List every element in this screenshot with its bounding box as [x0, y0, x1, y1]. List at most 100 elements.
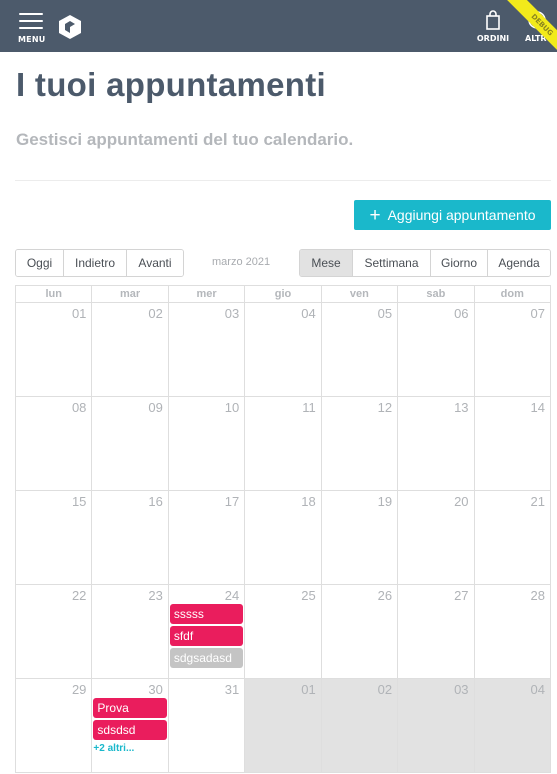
page-subtitle: Gestisci appuntamenti del tuo calendario… — [16, 130, 354, 149]
back-button[interactable]: Indietro — [64, 250, 127, 276]
day-number: 04 — [530, 682, 545, 697]
calendar-day-cell[interactable]: 31 — [168, 679, 246, 773]
calendar-day-cell[interactable]: 09 — [92, 397, 169, 491]
calendar-day-cell[interactable]: 04 — [474, 679, 550, 773]
view-agenda-button[interactable]: Agenda — [488, 250, 550, 276]
day-number: 01 — [71, 306, 87, 321]
calendar-day-cell[interactable]: 15 — [16, 491, 93, 585]
view-day-button[interactable]: Giorno — [431, 250, 488, 276]
calendar-day-cell[interactable]: 13 — [398, 397, 475, 491]
calendar-day-cell[interactable]: 18 — [245, 491, 322, 585]
day-number: 08 — [71, 400, 87, 415]
day-number: 21 — [530, 494, 545, 509]
calendar-event[interactable]: sdsdsd — [93, 720, 167, 740]
calendar-day-cell[interactable]: 12 — [321, 397, 399, 491]
day-number: 02 — [148, 306, 163, 321]
day-number: 29 — [71, 682, 87, 697]
calendar-day-cell[interactable]: 25 — [245, 585, 322, 679]
weekday-label: mar — [92, 286, 169, 303]
menu-button[interactable]: MENU — [18, 13, 48, 45]
calendar-day-cell[interactable]: 01 — [16, 303, 93, 397]
calendar-week-row: 01 02 03 04 05 06 07 — [16, 303, 550, 397]
calendar-event[interactable]: sdgsadasd — [169, 648, 244, 668]
view-month-button[interactable]: Mese — [300, 250, 353, 276]
day-number: 11 — [302, 400, 316, 415]
add-appointment-button[interactable]: + Aggiungi appuntamento — [354, 200, 551, 230]
day-number: 28 — [530, 588, 545, 603]
menu-label: MENU — [18, 35, 46, 44]
calendar-day-cell[interactable]: 06 — [398, 303, 475, 397]
day-number: 19 — [377, 494, 393, 509]
calendar-day-cell[interactable]: 04 — [245, 303, 322, 397]
calendar-day-cell[interactable]: 21 — [474, 491, 550, 585]
day-number: 16 — [148, 494, 163, 509]
day-number: 02 — [377, 682, 393, 697]
calendar-day-cell[interactable]: 28 — [474, 585, 550, 679]
calendar-day-cell[interactable]: 01 — [245, 679, 322, 773]
day-number: 23 — [148, 588, 163, 603]
calendar-day-cell[interactable]: 24 sssss sfdf sdgsadasd — [168, 585, 246, 679]
weekday-label: gio — [245, 286, 322, 303]
day-number: 30 — [148, 682, 163, 697]
today-button[interactable]: Oggi — [16, 250, 64, 276]
calendar-day-cell[interactable]: 05 — [321, 303, 399, 397]
calendar-week-row: 29 30 Prova sdsdsd +2 altri... 31 01 02 03 04 — [16, 679, 550, 773]
add-appointment-label: Aggiungi appuntamento — [387, 207, 536, 223]
calendar-event[interactable]: Prova — [93, 698, 167, 718]
plus-icon: + — [369, 204, 381, 226]
page-title: I tuoi appuntamenti — [16, 66, 327, 103]
calendar-day-cell[interactable]: 03 — [398, 679, 475, 773]
calendar-event[interactable]: sssss — [169, 604, 244, 624]
weekday-label: lun — [16, 286, 93, 303]
calendar-day-cell[interactable]: 02 — [321, 679, 399, 773]
logo-icon[interactable] — [58, 14, 82, 40]
calendar-day-cell[interactable]: 30 Prova sdsdsd +2 altri... — [92, 679, 169, 773]
calendar-day-cell[interactable]: 07 — [474, 303, 550, 397]
day-number: 31 — [224, 682, 240, 697]
weekday-label: dom — [474, 286, 550, 303]
day-number: 03 — [224, 306, 240, 321]
day-number: 07 — [530, 306, 545, 321]
orders-button[interactable]: ORDINI — [476, 9, 510, 45]
calendar-week-row: 08 09 10 11 12 13 14 — [16, 397, 550, 491]
day-number: 22 — [71, 588, 87, 603]
day-number: 26 — [377, 588, 393, 603]
next-button[interactable]: Avanti — [127, 250, 183, 276]
calendar-day-cell[interactable]: 02 — [92, 303, 169, 397]
calendar-day-cell[interactable]: 16 — [92, 491, 169, 585]
orders-label: ORDINI — [476, 34, 510, 43]
weekday-header: lun mar mer gio ven sab dom — [16, 286, 550, 303]
day-number: 20 — [454, 494, 469, 509]
calendar-day-cell[interactable]: 17 — [168, 491, 246, 585]
calendar-day-cell[interactable]: 23 — [92, 585, 169, 679]
calendar-day-cell[interactable]: 29 — [16, 679, 93, 773]
calendar-event[interactable]: sfdf — [169, 626, 244, 646]
weekday-label: ven — [321, 286, 399, 303]
divider — [15, 180, 551, 181]
calendar-day-cell[interactable]: 20 — [398, 491, 475, 585]
day-number: 04 — [301, 306, 316, 321]
calendar-day-cell[interactable]: 26 — [321, 585, 399, 679]
calendar-day-cell[interactable]: 22 — [16, 585, 93, 679]
view-week-button[interactable]: Settimana — [353, 250, 431, 276]
day-number: 24 — [224, 588, 240, 603]
weekday-label: sab — [398, 286, 475, 303]
top-bar: MENU ORDINI ALTRO DEBUG — [0, 0, 557, 52]
calendar-day-cell[interactable]: 08 — [16, 397, 93, 491]
calendar-day-cell[interactable]: 11 — [245, 397, 322, 491]
calendar-day-cell[interactable]: 10 — [168, 397, 246, 491]
day-number: 15 — [71, 494, 87, 509]
calendar-day-cell[interactable]: 03 — [168, 303, 246, 397]
day-number: 18 — [301, 494, 316, 509]
calendar-day-cell[interactable]: 14 — [474, 397, 550, 491]
calendar-day-cell[interactable]: 27 — [398, 585, 475, 679]
shopping-bag-icon — [486, 10, 500, 30]
day-number: 25 — [301, 588, 316, 603]
calendar-day-cell[interactable]: 19 — [321, 491, 399, 585]
more-events-link[interactable]: +2 altri... — [93, 743, 134, 754]
month-calendar: lun mar mer gio ven sab dom 01 02 03 04 05 06… — [15, 285, 551, 773]
day-number: 06 — [454, 306, 469, 321]
day-number: 01 — [301, 682, 316, 697]
calendar-week-row: 22 23 24 sssss sfdf sdgsadasd 25 26 27 28 — [16, 585, 550, 679]
day-number: 09 — [148, 400, 163, 415]
